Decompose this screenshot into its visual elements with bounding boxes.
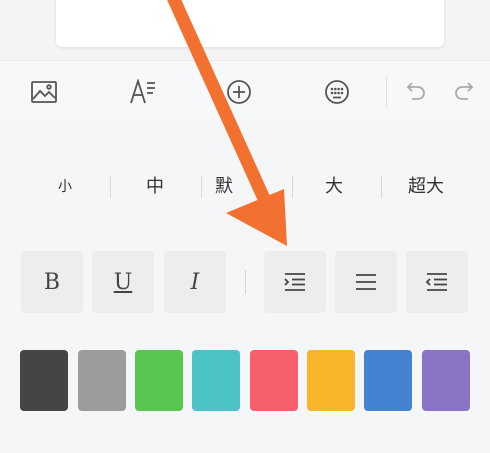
redo-icon[interactable] xyxy=(450,77,480,107)
color-swatch-purple[interactable] xyxy=(422,350,470,411)
underline-label: U xyxy=(113,269,133,295)
editor-toolbar xyxy=(0,60,490,123)
indent-button[interactable] xyxy=(264,251,326,313)
size-divider xyxy=(110,176,111,198)
underline-button[interactable]: U xyxy=(92,251,154,313)
color-swatch-dark-gray[interactable] xyxy=(20,350,68,411)
color-swatch-red[interactable] xyxy=(250,350,298,411)
color-swatch-yellow[interactable] xyxy=(307,350,355,411)
font-size-default[interactable]: 默 xyxy=(204,172,244,202)
size-divider xyxy=(201,176,202,198)
indent-icon xyxy=(284,273,305,291)
outdent-button[interactable] xyxy=(406,251,468,313)
italic-button[interactable]: I xyxy=(164,251,226,313)
font-size-large[interactable]: 大 xyxy=(314,172,354,202)
size-divider xyxy=(381,176,382,198)
image-icon[interactable] xyxy=(29,77,59,107)
outdent-icon xyxy=(425,273,447,291)
color-swatch-blue[interactable] xyxy=(364,350,412,411)
color-swatch-gray[interactable] xyxy=(78,350,126,411)
color-swatch-green[interactable] xyxy=(135,350,183,411)
italic-label: I xyxy=(190,269,200,295)
add-circle-icon[interactable] xyxy=(224,77,254,107)
text-style-icon[interactable] xyxy=(128,77,158,107)
bold-button[interactable]: B xyxy=(21,251,83,313)
bold-label: B xyxy=(43,269,61,295)
toolbar-divider xyxy=(386,77,387,107)
editor-area xyxy=(0,0,490,60)
undo-icon[interactable] xyxy=(400,77,430,107)
format-divider xyxy=(245,270,246,294)
emoji-icon[interactable] xyxy=(322,77,352,107)
document-card[interactable] xyxy=(56,0,444,47)
font-size-extra-large[interactable]: 超大 xyxy=(396,172,456,202)
color-swatch-teal[interactable] xyxy=(192,350,240,411)
size-divider xyxy=(292,176,293,198)
align-justify-icon xyxy=(356,274,376,290)
align-justify-button[interactable] xyxy=(335,251,397,313)
font-size-medium[interactable]: 中 xyxy=(135,172,175,202)
font-size-selector: 小 中 默 大 超大 xyxy=(0,172,490,202)
font-size-small[interactable]: 小 xyxy=(45,172,85,202)
